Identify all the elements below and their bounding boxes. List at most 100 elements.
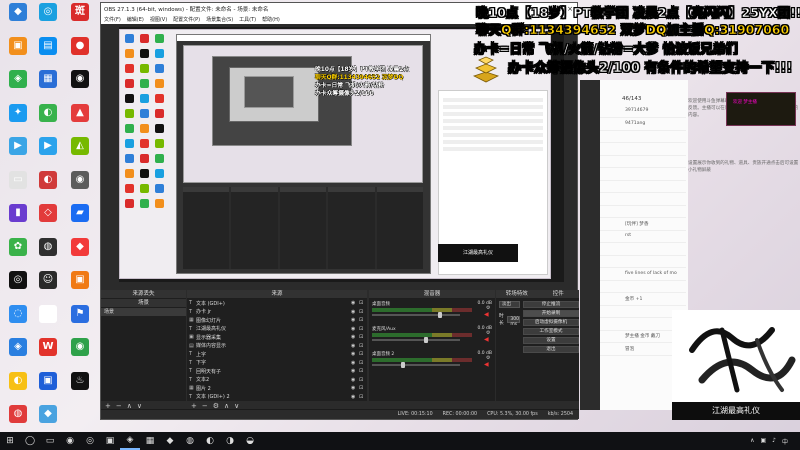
desktop-shortcut-icon[interactable]: ●: [65, 36, 95, 62]
visibility-eye-icon[interactable]: ◉: [351, 360, 359, 366]
desktop-shortcut-icon[interactable]: ◐: [3, 371, 33, 397]
source-row[interactable]: T 江湖最高礼仪 ◉ ⊡: [187, 325, 367, 334]
visibility-eye-icon[interactable]: ◉: [351, 300, 359, 306]
desktop-shortcut-icon[interactable]: ▦: [33, 70, 63, 95]
taskbar-app-icon[interactable]: ◐: [200, 432, 220, 450]
menu-item[interactable]: 配置文件(P): [173, 16, 200, 23]
desktop-shortcut-icon[interactable]: ◆: [33, 405, 63, 430]
taskbar-app-icon[interactable]: ◉: [60, 432, 80, 450]
desktop-shortcut-icon[interactable]: ◇: [33, 204, 63, 229]
lock-icon[interactable]: ⊡: [359, 317, 367, 323]
desktop-shortcut-icon[interactable]: ▭: [3, 170, 33, 196]
speaker-mute-icon[interactable]: ◀: [484, 312, 492, 318]
menu-item[interactable]: 帮助(H): [262, 16, 280, 23]
desktop-shortcut-icon[interactable]: ✦: [3, 103, 33, 129]
control-button[interactable]: 退出: [523, 345, 579, 353]
lock-icon[interactable]: ⊡: [359, 309, 367, 315]
lock-icon[interactable]: ⊡: [359, 334, 367, 340]
volume-slider[interactable]: [372, 314, 460, 316]
lock-icon[interactable]: ⊡: [359, 326, 367, 332]
control-button[interactable]: 工作室模式: [523, 327, 579, 335]
lock-icon[interactable]: ⊡: [359, 394, 367, 400]
volume-slider-knob[interactable]: [424, 337, 429, 343]
menu-item[interactable]: 场景集合(S): [206, 16, 233, 23]
desktop-shortcut-icon[interactable]: ▲: [65, 103, 95, 129]
desktop-shortcut-icon[interactable]: ◐: [33, 103, 63, 129]
desktop-shortcut-icon[interactable]: ▣: [3, 36, 33, 62]
desktop-shortcut-icon[interactable]: ◍: [33, 237, 63, 263]
lock-icon[interactable]: ⊡: [359, 385, 367, 391]
desktop-shortcut-icon[interactable]: ▰: [65, 204, 95, 229]
visibility-eye-icon[interactable]: ◉: [351, 377, 359, 383]
scene-item[interactable]: 场景: [101, 308, 186, 316]
source-row[interactable]: T 文本 (GDI+) 2 ◉ ⊡: [187, 393, 367, 402]
desktop-shortcut-icon[interactable]: ▣: [65, 271, 95, 296]
desktop-shortcut-icon[interactable]: 斑: [65, 3, 95, 28]
desktop-shortcut-icon[interactable]: ✿: [3, 237, 33, 263]
taskbar-app-icon[interactable]: ◑: [220, 432, 240, 450]
speaker-mute-icon[interactable]: ◀: [484, 362, 492, 368]
desktop-shortcut-icon[interactable]: ◐: [33, 170, 63, 196]
visibility-eye-icon[interactable]: ◉: [351, 385, 359, 391]
volume-slider-knob[interactable]: [437, 312, 442, 318]
taskbar-app-icon[interactable]: ◈: [120, 432, 140, 450]
tray-icon[interactable]: ♪: [772, 437, 776, 446]
desktop-shortcut-icon[interactable]: ◎: [33, 304, 63, 330]
gear-icon[interactable]: ⚙: [486, 305, 492, 311]
source-row[interactable]: ▣ 显示器采集 ◉ ⊡: [187, 333, 367, 342]
transition-duration-input[interactable]: 300 ms: [507, 315, 520, 327]
desktop-shortcut-icon[interactable]: ◎: [3, 271, 33, 296]
volume-slider[interactable]: [372, 364, 460, 366]
lock-icon[interactable]: ⊡: [359, 351, 367, 357]
desktop-shortcut-icon[interactable]: ◈: [3, 70, 33, 95]
tray-icon[interactable]: 中: [782, 437, 788, 446]
control-button[interactable]: 启动虚拟摄像机: [523, 318, 579, 326]
lock-icon[interactable]: ⊡: [359, 343, 367, 349]
menu-item[interactable]: 文件(F): [104, 16, 121, 23]
gear-icon[interactable]: ⚙: [486, 355, 492, 361]
source-row[interactable]: ▦ 图像幻灯片 ◉ ⊡: [187, 316, 367, 325]
tray-icon[interactable]: ∧: [750, 437, 754, 446]
source-row[interactable]: T 办卡 jr ◉ ⊡: [187, 308, 367, 317]
source-row[interactable]: T 下字 ◉ ⊡: [187, 359, 367, 368]
desktop-shortcut-icon[interactable]: ◭: [65, 137, 95, 162]
desktop-shortcut-icon[interactable]: ▤: [33, 36, 63, 62]
lock-icon[interactable]: ⊡: [359, 377, 367, 383]
desktop-shortcut-icon[interactable]: ◉: [65, 70, 95, 95]
source-row[interactable]: ▤ 媒体内容显示 ◉ ⊡: [187, 342, 367, 351]
taskbar-app-icon[interactable]: ◯: [20, 432, 40, 450]
taskbar-app-icon[interactable]: ◆: [160, 432, 180, 450]
volume-slider[interactable]: [372, 339, 460, 341]
taskbar-app-icon[interactable]: ▣: [100, 432, 120, 450]
volume-slider-knob[interactable]: [401, 362, 406, 368]
taskbar-app-icon[interactable]: ▦: [140, 432, 160, 450]
desktop-shortcut-icon[interactable]: ▮: [3, 204, 33, 229]
tray-icon[interactable]: ▣: [760, 437, 766, 446]
desktop-shortcut-icon[interactable]: ◍: [3, 405, 33, 430]
desktop-shortcut-icon[interactable]: ◉: [65, 338, 95, 363]
control-button[interactable]: 开始录制: [523, 309, 579, 317]
source-row[interactable]: T 回明天有子 ◉ ⊡: [187, 367, 367, 376]
source-row[interactable]: T 上字 ◉ ⊡: [187, 350, 367, 359]
visibility-eye-icon[interactable]: ◉: [351, 334, 359, 340]
visibility-eye-icon[interactable]: ◉: [351, 343, 359, 349]
taskbar-app-icon[interactable]: ◒: [240, 432, 260, 450]
visibility-eye-icon[interactable]: ◉: [351, 351, 359, 357]
visibility-eye-icon[interactable]: ◉: [351, 317, 359, 323]
source-row[interactable]: T 文本 (GDI+) ◉ ⊡: [187, 299, 367, 308]
desktop-shortcut-icon[interactable]: W: [33, 338, 63, 363]
menu-item[interactable]: 工具(T): [239, 16, 256, 23]
taskbar-app-icon[interactable]: ⊞: [0, 432, 20, 450]
control-button[interactable]: 设置: [523, 336, 579, 344]
speaker-mute-icon[interactable]: ◀: [484, 337, 492, 343]
lock-icon[interactable]: ⊡: [359, 360, 367, 366]
source-row[interactable]: ▦ 图片 2 ◉ ⊡: [187, 384, 367, 393]
desktop-shortcut-icon[interactable]: ◈: [3, 338, 33, 363]
visibility-eye-icon[interactable]: ◉: [351, 394, 359, 400]
desktop-shortcut-icon[interactable]: ☺: [33, 271, 63, 296]
desktop-shortcut-icon[interactable]: ▶: [33, 137, 63, 162]
lock-icon[interactable]: ⊡: [359, 300, 367, 306]
desktop-shortcut-icon[interactable]: ▣: [33, 371, 63, 397]
menu-item[interactable]: 编辑(E): [127, 16, 144, 23]
lock-icon[interactable]: ⊡: [359, 368, 367, 374]
